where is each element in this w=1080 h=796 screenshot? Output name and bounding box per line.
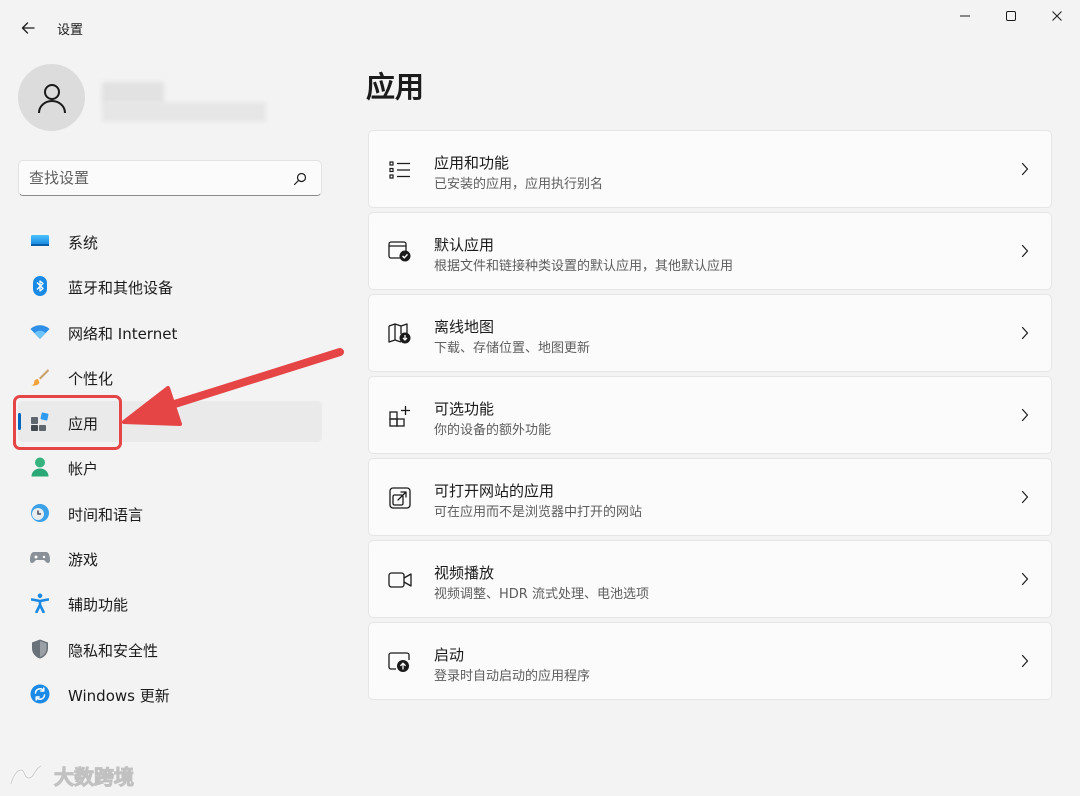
watermark-logo-icon <box>9 764 43 786</box>
shield-icon <box>30 639 50 659</box>
open-link-icon <box>388 486 412 510</box>
card-video-playback[interactable]: 视频播放 视频调整、HDR 流式处理、电池选项 <box>368 540 1052 618</box>
card-optional-features[interactable]: 可选功能 你的设备的额外功能 <box>368 376 1052 454</box>
chevron-right-icon <box>1017 571 1033 587</box>
user-profile[interactable] <box>18 64 318 134</box>
card-default-apps[interactable]: 默认应用 根据文件和链接种类设置的默认应用，其他默认应用 <box>368 212 1052 290</box>
card-offline-maps[interactable]: 离线地图 下载、存储位置、地图更新 <box>368 294 1052 372</box>
add-feature-icon <box>388 404 412 428</box>
annotation-highlight-box <box>13 395 122 450</box>
chevron-right-icon <box>1017 407 1033 423</box>
maximize-icon <box>1006 11 1016 21</box>
accessibility-icon <box>30 593 50 614</box>
monitor-icon <box>30 231 50 251</box>
card-title: 离线地图 <box>434 318 495 336</box>
card-subtitle: 视频调整、HDR 流式处理、电池选项 <box>434 587 649 602</box>
card-subtitle: 下载、存储位置、地图更新 <box>434 341 591 356</box>
minimize-icon <box>960 15 970 17</box>
globe-clock-icon <box>30 503 50 523</box>
sidebar-item-privacy-security[interactable]: 隐私和安全性 <box>18 628 322 669</box>
card-title: 视频播放 <box>434 564 495 582</box>
sidebar-item-label: 系统 <box>68 234 99 252</box>
search-input[interactable] <box>29 167 289 189</box>
sidebar-item-label: 隐私和安全性 <box>68 641 159 660</box>
chevron-right-icon <box>1017 161 1033 177</box>
card-title: 可打开网站的应用 <box>434 482 555 500</box>
bluetooth-icon <box>30 276 50 297</box>
title-bar: 设置 <box>0 0 1080 52</box>
watermark: 大数跨境 <box>8 760 135 790</box>
video-icon <box>388 568 412 592</box>
chevron-right-icon <box>1017 243 1033 259</box>
sidebar-item-label: 辅助功能 <box>68 596 129 615</box>
card-title: 启动 <box>434 646 465 664</box>
startup-icon <box>388 650 412 674</box>
person-avatar-icon <box>37 83 66 113</box>
default-app-icon <box>388 240 412 264</box>
maximize-button[interactable] <box>988 0 1034 32</box>
gamepad-icon <box>30 548 50 568</box>
brush-icon <box>30 367 50 387</box>
back-button[interactable] <box>14 14 42 42</box>
card-subtitle: 你的设备的额外功能 <box>434 423 552 438</box>
sidebar-item-label: 时间和语言 <box>68 505 144 524</box>
close-button[interactable] <box>1034 0 1080 32</box>
minimize-button[interactable] <box>942 0 988 32</box>
watermark-text: 大数跨境 <box>54 764 135 789</box>
blurred-user-email <box>102 102 266 122</box>
search-icon[interactable] <box>291 170 309 188</box>
sidebar-item-label: 个性化 <box>68 369 114 388</box>
annotation-arrow-icon <box>122 348 344 426</box>
update-icon <box>30 684 50 704</box>
sidebar-item-system[interactable]: 系统 <box>18 220 322 261</box>
search-box <box>18 160 322 196</box>
sidebar-item-windows-update[interactable]: Windows 更新 <box>18 673 322 714</box>
card-subtitle: 根据文件和链接种类设置的默认应用，其他默认应用 <box>434 259 734 274</box>
sidebar-item-accessibility[interactable]: 辅助功能 <box>18 582 322 623</box>
sidebar-item-time-language[interactable]: 时间和语言 <box>18 492 322 533</box>
settings-card-list: 应用和功能 已安装的应用，应用执行别名 默认应用 根据文件和链接种类设置的默认应… <box>368 130 1052 704</box>
sidebar-item-label: 游戏 <box>68 551 99 570</box>
card-subtitle: 可在应用而不是浏览器中打开的网站 <box>434 505 643 520</box>
card-subtitle: 已安装的应用，应用执行别名 <box>434 177 604 192</box>
person-icon <box>30 457 50 477</box>
page-title: 应用 <box>366 70 425 104</box>
close-icon <box>1052 11 1062 21</box>
back-arrow-icon <box>21 22 35 34</box>
card-title: 应用和功能 <box>434 154 510 172</box>
sidebar-nav: 系统 蓝牙和其他设备 网络和 Internet 个性化 应用 帐户 时间和语言 … <box>18 220 322 718</box>
sidebar-item-label: 帐户 <box>68 460 99 479</box>
sidebar-item-gaming[interactable]: 游戏 <box>18 537 322 578</box>
chevron-right-icon <box>1017 325 1033 341</box>
card-apps-features[interactable]: 应用和功能 已安装的应用，应用执行别名 <box>368 130 1052 208</box>
card-title: 可选功能 <box>434 400 495 418</box>
window-title: 设置 <box>57 23 84 38</box>
chevron-right-icon <box>1017 653 1033 669</box>
sidebar-item-label: Windows 更新 <box>68 686 170 705</box>
avatar <box>18 64 85 131</box>
card-apps-for-websites[interactable]: 可打开网站的应用 可在应用而不是浏览器中打开的网站 <box>368 458 1052 536</box>
list-icon <box>388 158 412 182</box>
blurred-user-name <box>102 82 164 104</box>
sidebar-item-accounts[interactable]: 帐户 <box>18 446 322 487</box>
wifi-icon <box>30 322 50 342</box>
card-title: 默认应用 <box>434 236 495 254</box>
card-startup[interactable]: 启动 登录时自动启动的应用程序 <box>368 622 1052 700</box>
sidebar-item-label: 蓝牙和其他设备 <box>68 279 174 298</box>
card-subtitle: 登录时自动启动的应用程序 <box>434 669 591 684</box>
sidebar-item-bluetooth[interactable]: 蓝牙和其他设备 <box>18 265 322 306</box>
map-download-icon <box>388 322 412 346</box>
chevron-right-icon <box>1017 489 1033 505</box>
